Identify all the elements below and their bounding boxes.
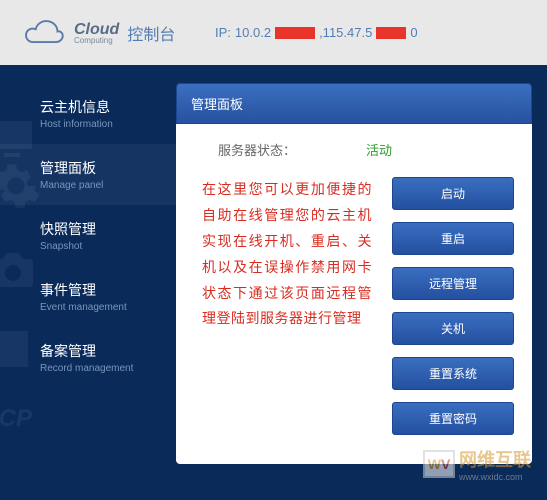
status-row: 服务器状态： 活动 <box>194 140 514 159</box>
panel-description: 在这里您可以更加便捷的自助在线管理您的云主机实现在线开机、重启、关机以及在误操作… <box>194 177 372 435</box>
cloud-icon <box>20 17 68 49</box>
watermark: WV 网维互联 www.wxidc.com <box>423 446 531 482</box>
sidebar-item-label: 事件管理 <box>40 280 176 300</box>
main: ICP 云主机信息 Host information 管理面板 Manage p… <box>0 65 547 500</box>
sidebar-item-label: 云主机信息 <box>40 97 176 117</box>
sidebar-item-host-info[interactable]: 云主机信息 Host information <box>0 83 176 144</box>
watermark-brand: 网维互联 <box>459 446 531 472</box>
ip-part2: ,115.47.5 <box>319 25 372 40</box>
start-button[interactable]: 启动 <box>392 177 514 210</box>
logo: Cloud Computing 控制台 <box>20 17 175 49</box>
sidebar: ICP 云主机信息 Host information 管理面板 Manage p… <box>0 65 176 500</box>
ip-label: IP: <box>215 25 231 40</box>
sidebar-item-sublabel: Event management <box>40 302 176 313</box>
panel-title: 管理面板 <box>176 83 532 124</box>
status-label: 服务器状态： <box>218 140 296 159</box>
shutdown-button[interactable]: 关机 <box>392 312 514 345</box>
header: Cloud Computing 控制台 IP: 10.0.2 ,115.47.5 0 <box>0 0 547 65</box>
restart-button[interactable]: 重启 <box>392 222 514 255</box>
logo-sub-text: Computing <box>74 36 119 45</box>
ip-part3: 0 <box>410 25 417 40</box>
ip-display: IP: 10.0.2 ,115.47.5 0 <box>215 25 418 40</box>
reset-system-button[interactable]: 重置系统 <box>392 357 514 390</box>
reset-password-button[interactable]: 重置密码 <box>392 402 514 435</box>
ip-part1: 10.0.2 <box>235 25 271 40</box>
sidebar-item-sublabel: Snapshot <box>40 241 176 252</box>
logo-console-text: 控制台 <box>127 21 175 45</box>
redact-block <box>376 27 406 39</box>
remote-manage-button[interactable]: 远程管理 <box>392 267 514 300</box>
action-buttons: 启动 重启 远程管理 关机 重置系统 重置密码 <box>392 177 514 435</box>
sidebar-item-event[interactable]: 事件管理 Event management <box>0 266 176 327</box>
watermark-url: www.wxidc.com <box>459 472 531 482</box>
watermark-logo: WV <box>423 450 455 478</box>
sidebar-item-manage-panel[interactable]: 管理面板 Manage panel <box>0 144 176 205</box>
sidebar-item-label: 管理面板 <box>40 158 176 178</box>
panel-body: 服务器状态： 活动 在这里您可以更加便捷的自助在线管理您的云主机实现在线开机、重… <box>176 124 532 464</box>
sidebar-item-snapshot[interactable]: 快照管理 Snapshot <box>0 205 176 266</box>
sidebar-item-sublabel: Manage panel <box>40 180 176 191</box>
content: 管理面板 服务器状态： 活动 在这里您可以更加便捷的自助在线管理您的云主机实现在… <box>176 65 547 500</box>
sidebar-item-label: 快照管理 <box>40 219 176 239</box>
icp-bg-text: ICP <box>0 405 32 433</box>
sidebar-item-record[interactable]: 备案管理 Record management <box>0 327 176 388</box>
status-value: 活动 <box>366 140 392 159</box>
logo-main-text: Cloud <box>74 21 119 38</box>
sidebar-item-label: 备案管理 <box>40 341 176 361</box>
redact-block <box>275 27 315 39</box>
sidebar-item-sublabel: Record management <box>40 363 176 374</box>
sidebar-item-sublabel: Host information <box>40 119 176 130</box>
